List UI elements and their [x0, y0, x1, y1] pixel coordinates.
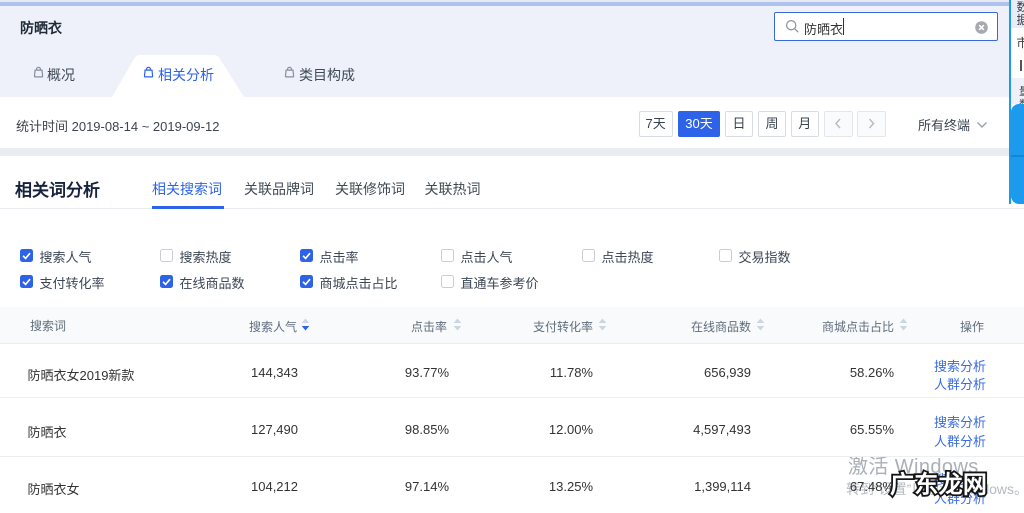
svg-text:广东龙网: 广东龙网: [890, 471, 987, 499]
